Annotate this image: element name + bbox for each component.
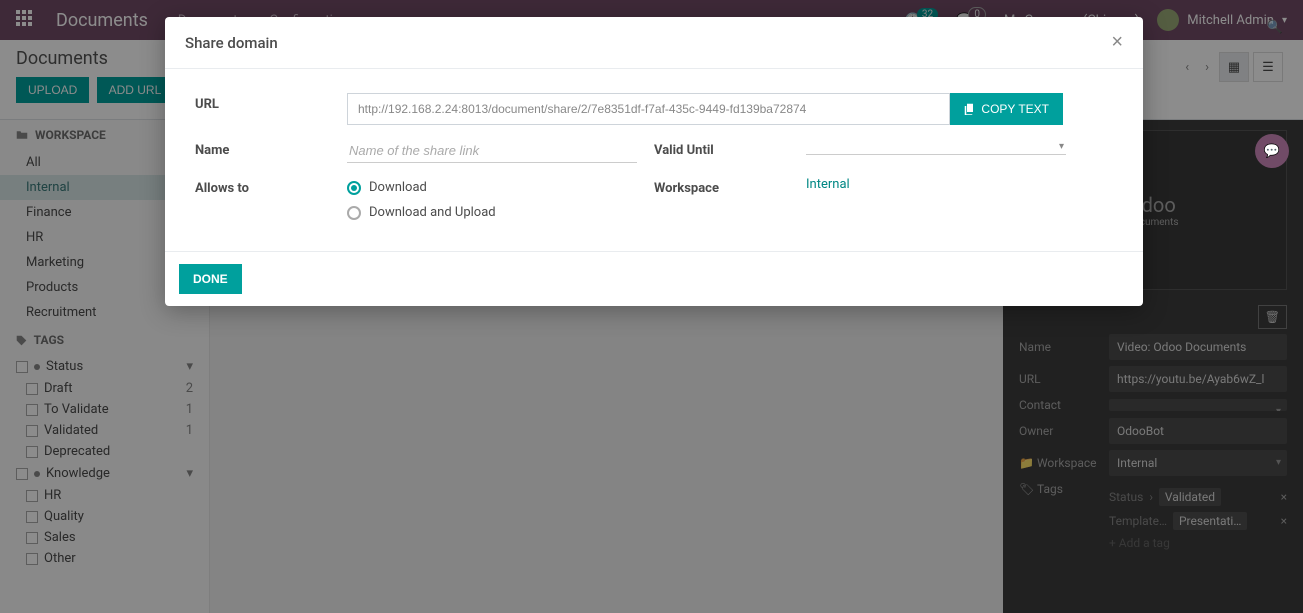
chevron-down-icon: ▾ xyxy=(1059,141,1064,152)
share-name-input[interactable] xyxy=(347,139,637,163)
workspace-label: Workspace xyxy=(654,177,806,196)
close-button[interactable]: × xyxy=(1111,31,1123,54)
valid-until-select[interactable]: ▾ xyxy=(806,139,1066,155)
share-url-input[interactable] xyxy=(347,93,950,125)
radio-download[interactable]: Download xyxy=(347,180,654,195)
url-label: URL xyxy=(195,93,347,112)
radio-download-upload[interactable]: Download and Upload xyxy=(347,205,654,220)
copy-icon xyxy=(964,103,976,115)
workspace-value[interactable]: Internal xyxy=(806,177,850,192)
modal-title: Share domain xyxy=(185,34,278,52)
valid-until-label: Valid Until xyxy=(654,139,806,158)
allows-to-label: Allows to xyxy=(195,177,347,223)
share-modal: Share domain × URL COPY TEXT Name xyxy=(165,17,1143,306)
done-button[interactable]: DONE xyxy=(179,264,242,294)
chat-bubble-icon[interactable]: 💬 xyxy=(1255,134,1289,168)
name-label: Name xyxy=(195,139,347,163)
copy-text-button[interactable]: COPY TEXT xyxy=(950,93,1063,125)
